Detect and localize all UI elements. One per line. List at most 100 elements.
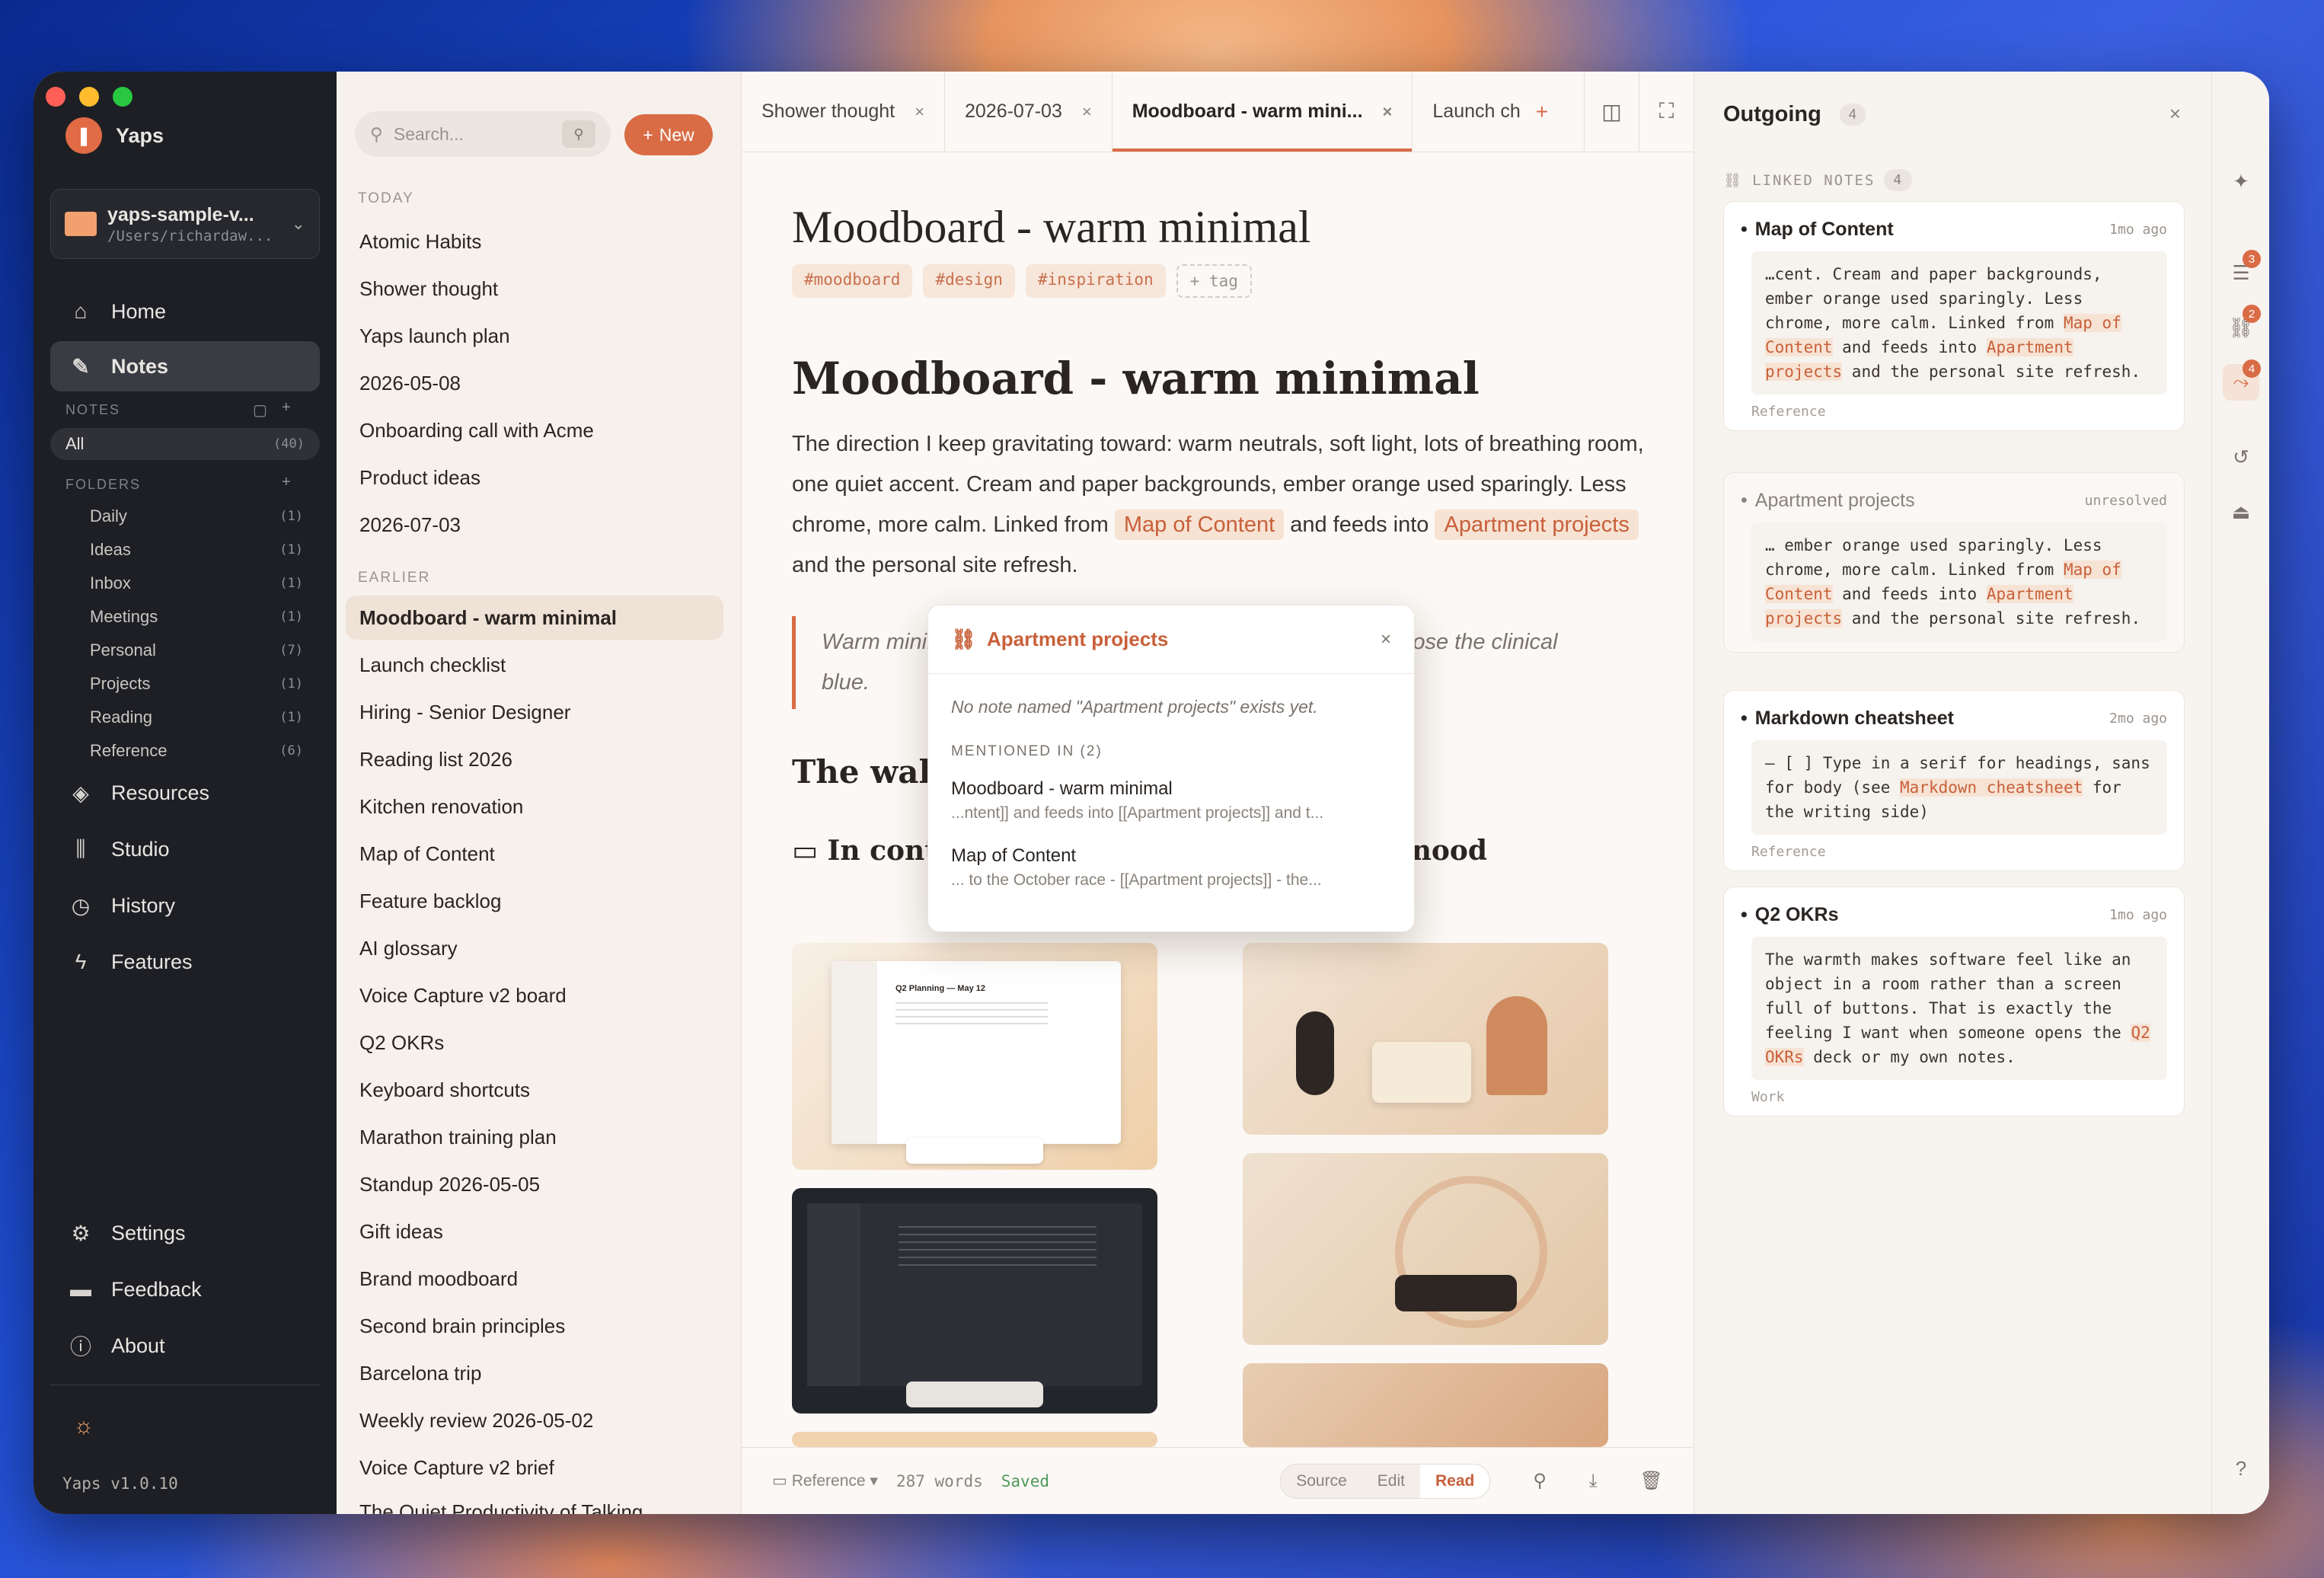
list-item[interactable]: Feature backlog — [346, 879, 723, 923]
folder-item[interactable]: Meetings (1) — [90, 602, 303, 632]
tag-chip[interactable]: #moodboard — [792, 264, 913, 298]
folder-item[interactable]: Reference (6) — [90, 736, 303, 766]
tag-chip[interactable]: #design — [923, 264, 1015, 298]
list-item[interactable]: Standup 2026-05-05 — [346, 1162, 723, 1206]
tag-chip[interactable]: #inspiration — [1025, 264, 1166, 298]
wiki-link-unresolved[interactable]: Apartment projects — [1435, 509, 1639, 540]
new-tab-plus-icon[interactable]: + — [1536, 100, 1548, 124]
nav-about[interactable]: ⓘ About — [50, 1321, 320, 1371]
nav-home[interactable]: ⌂ Home — [50, 286, 320, 337]
list-item[interactable]: Launch checklist — [346, 643, 723, 687]
linked-note-card[interactable]: • Markdown cheatsheet 2mo ago – [ ] Type i… — [1723, 690, 2185, 871]
nav-settings[interactable]: ⚙ Settings — [50, 1208, 320, 1258]
split-view-icon[interactable]: ◫ — [1584, 72, 1639, 152]
screenshot-image-partial[interactable] — [792, 1432, 1157, 1447]
mode-edit[interactable]: Edit — [1362, 1465, 1420, 1498]
fabric-illustration[interactable] — [1243, 1363, 1608, 1447]
list-item[interactable]: Kitchen renovation — [346, 784, 723, 829]
note-title[interactable]: Moodboard - warm minimal — [792, 201, 1652, 254]
list-item[interactable]: Map of Content — [346, 832, 723, 876]
tab-launch-checklist[interactable]: Launch ch + — [1413, 72, 1556, 152]
folder-item[interactable]: Inbox (1) — [90, 568, 303, 599]
mode-source[interactable]: Source — [1281, 1465, 1362, 1498]
list-item[interactable]: Keyboard shortcuts — [346, 1068, 723, 1112]
linked-note-card[interactable]: • Q2 OKRs 1mo ago The warmth makes softwar… — [1723, 886, 2185, 1116]
list-item[interactable]: 2026-07-03 — [346, 503, 723, 547]
search-input[interactable]: ⚲ Search... ⚲ — [355, 111, 611, 157]
list-item[interactable]: Gift ideas — [346, 1209, 723, 1254]
list-item[interactable]: The Quiet Productivity of Talking — [346, 1493, 723, 1515]
close-icon[interactable]: × — [1381, 629, 1391, 650]
list-item[interactable]: Marathon training plan — [346, 1115, 723, 1159]
folder-item[interactable]: Personal (7) — [90, 635, 303, 666]
folder-indicator[interactable]: ▭ Reference ▾ — [772, 1471, 878, 1490]
list-item[interactable]: Q2 OKRs — [346, 1021, 723, 1065]
fullscreen-icon[interactable]: ⛶ — [1639, 72, 1694, 152]
list-item[interactable]: Weekly review 2026-05-02 — [346, 1398, 723, 1442]
pin-icon[interactable]: ⚲ — [1533, 1470, 1547, 1492]
folder-item[interactable]: Reading (1) — [90, 702, 303, 733]
list-item[interactable]: Brand moodboard — [346, 1257, 723, 1301]
close-icon[interactable]: × — [2169, 102, 2181, 126]
linked-note-card[interactable]: • Map of Content 1mo ago …cent. Cream and … — [1723, 201, 2185, 431]
close-window-button[interactable] — [46, 87, 65, 107]
nav-features[interactable]: ϟ Features — [50, 937, 320, 987]
add-icon[interactable]: + — [282, 399, 291, 417]
add-folder-icon[interactable]: + — [282, 474, 291, 491]
mention-item[interactable]: Moodboard - warm minimal ...ntent]] and … — [928, 769, 1414, 823]
outline-icon[interactable]: ☰ 3 — [2223, 250, 2261, 291]
nav-resources[interactable]: ◈ Resources — [50, 768, 320, 818]
list-item[interactable]: Reading list 2026 — [346, 737, 723, 781]
tab-2026-07-03[interactable]: 2026-07-03 × — [945, 72, 1113, 152]
list-item[interactable]: Hiring - Senior Designer — [346, 690, 723, 734]
vault-switcher[interactable]: yaps-sample-v... /Users/richardaw... ⌄ — [50, 189, 320, 259]
minimize-window-button[interactable] — [79, 87, 99, 107]
list-item[interactable]: Product ideas — [346, 455, 723, 500]
close-icon[interactable]: × — [1383, 102, 1393, 122]
new-note-button[interactable]: + New — [624, 114, 713, 155]
tab-moodboard[interactable]: Moodboard - warm mini... × — [1112, 72, 1413, 152]
list-item[interactable]: AI glossary — [346, 926, 723, 970]
close-icon[interactable]: × — [1082, 102, 1092, 122]
export-icon[interactable]: ⏏ — [2223, 494, 2259, 530]
tab-shower-thought[interactable]: Shower thought × — [742, 72, 945, 152]
history-icon[interactable]: ↺ — [2223, 439, 2259, 475]
linked-note-card-unresolved[interactable]: • Apartment projects unresolved … ember or… — [1723, 472, 2185, 653]
microphone-illustration[interactable] — [1243, 943, 1608, 1135]
list-item[interactable]: Onboarding call with Acme — [346, 408, 723, 452]
sidebar-item-all[interactable]: All (40) — [50, 428, 320, 460]
list-item[interactable]: Moodboard - warm minimal — [346, 596, 723, 640]
trash-icon[interactable]: 🗑 — [1640, 1470, 1663, 1492]
nav-feedback[interactable]: ▬ Feedback — [50, 1264, 320, 1314]
add-tag-button[interactable]: + tag — [1176, 264, 1252, 298]
new-note-icon[interactable]: ▢ — [253, 401, 267, 420]
help-icon[interactable]: ? — [2223, 1450, 2259, 1487]
folder-item[interactable]: Projects (1) — [90, 669, 303, 699]
download-icon[interactable]: ⤓ — [1589, 1471, 1598, 1492]
nav-history[interactable]: ◷ History — [50, 880, 320, 931]
wiki-link[interactable]: Map of Content — [1114, 509, 1285, 540]
folder-item[interactable]: Daily (1) — [90, 501, 303, 532]
backlinks-icon[interactable]: ⛓ 2 — [2223, 305, 2261, 346]
list-item[interactable]: Voice Capture v2 brief — [346, 1445, 723, 1490]
list-item[interactable]: Atomic Habits — [346, 219, 723, 264]
outgoing-links-icon[interactable]: ⤳ 4 — [2223, 359, 2261, 401]
zoom-window-button[interactable] — [113, 87, 132, 107]
phone-illustration[interactable] — [1243, 1153, 1608, 1345]
list-item[interactable]: 2026-05-08 — [346, 361, 723, 405]
sparkle-icon[interactable]: ✦ — [2223, 163, 2259, 200]
nav-studio[interactable]: ⫼ Studio — [50, 824, 320, 874]
close-icon[interactable]: × — [915, 102, 924, 122]
list-item[interactable]: Yaps launch plan — [346, 314, 723, 358]
list-item[interactable]: Voice Capture v2 board — [346, 973, 723, 1017]
nav-notes[interactable]: ✎ Notes — [50, 341, 320, 391]
theme-toggle-sun-icon[interactable]: ☼ — [73, 1413, 94, 1439]
screenshot-image-dark[interactable] — [792, 1188, 1157, 1413]
folder-item[interactable]: Ideas (1) — [90, 535, 303, 565]
mention-item[interactable]: Map of Content ... to the October race -… — [928, 836, 1414, 890]
list-item[interactable]: Second brain principles — [346, 1304, 723, 1348]
mode-read[interactable]: Read — [1419, 1464, 1490, 1498]
list-item[interactable]: Barcelona trip — [346, 1351, 723, 1395]
screenshot-image[interactable]: Q2 Planning — May 12 — [792, 943, 1157, 1170]
list-item[interactable]: Shower thought — [346, 267, 723, 311]
